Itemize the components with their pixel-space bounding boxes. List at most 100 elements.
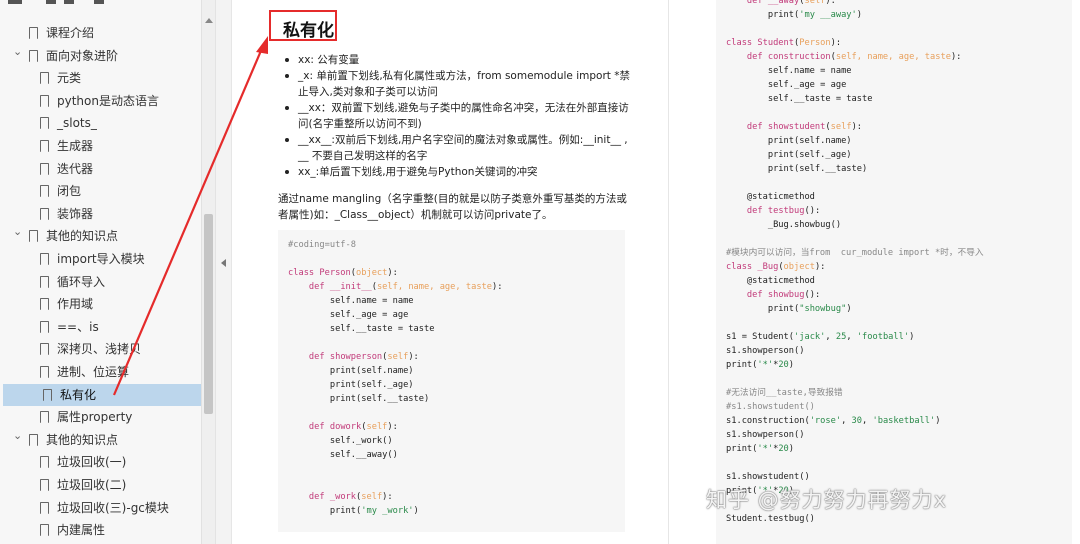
- bookmark-icon: [39, 162, 49, 176]
- sidebar-item-label: _slots_: [57, 116, 97, 131]
- sidebar-item[interactable]: 内建属性: [0, 519, 202, 541]
- toolbar-icon[interactable]: [94, 0, 104, 4]
- sidebar-item[interactable]: python是动态语言: [0, 90, 202, 112]
- sidebar-scrollbar[interactable]: [201, 0, 215, 544]
- sidebar-item[interactable]: 垃圾回收(一): [0, 451, 202, 473]
- sidebar-item-active[interactable]: 私有化: [3, 383, 202, 406]
- sidebar-item[interactable]: 深拷贝、浅拷贝: [0, 338, 202, 360]
- code-line: print(self._age): [726, 150, 852, 160]
- code-block-continued: def __away(self): print('my __away') clas…: [716, 0, 1072, 544]
- document-page: 私有化 xx: 公有变量 _x: 单前置下划线,私有化属性或方法，from so…: [232, 0, 668, 544]
- chevron-down-icon[interactable]: ⌄: [13, 425, 23, 447]
- toolbar-icon[interactable]: [64, 0, 74, 4]
- sidebar-item[interactable]: 垃圾回收(二): [0, 474, 202, 496]
- sidebar-item[interactable]: 生成器: [0, 135, 202, 157]
- sidebar-item[interactable]: 闭包: [0, 180, 202, 202]
- code-line: _Bug.showbug(): [726, 220, 842, 230]
- code-comment-line: #模块内可以访问，当from cur_module import *时，不导入: [726, 248, 984, 258]
- bookmark-icon: [39, 253, 49, 266]
- sidebar-item[interactable]: 迭代器: [0, 158, 202, 180]
- sidebar-item[interactable]: 垃圾回收(三)-gc模块: [0, 497, 202, 519]
- code-line: class Person(object):: [288, 268, 398, 278]
- toolbar-icon[interactable]: [46, 0, 56, 4]
- sidebar-item[interactable]: ⌄ 其他的知识点: [0, 225, 202, 247]
- code-line: def dowork(self):: [308, 422, 398, 432]
- sidebar-splitter[interactable]: [216, 0, 232, 544]
- code-line: def construction(self, name, age, taste)…: [746, 52, 962, 62]
- code-line: s1.showperson(): [726, 346, 805, 356]
- code-line: @staticmethod: [726, 276, 815, 286]
- sidebar-item[interactable]: ⌄ 面向对象进阶: [0, 45, 202, 67]
- sidebar-item-label: 深拷贝、浅拷贝: [57, 342, 142, 357]
- sidebar-item[interactable]: 进制、位运算: [0, 361, 202, 383]
- bookmark-icon: [28, 49, 38, 63]
- sidebar-item-label: 其他的知识点: [46, 229, 119, 244]
- sidebar-item-label: 装饰器: [57, 206, 94, 221]
- bookmark-icon: [39, 320, 49, 334]
- sidebar-item-label: 循环导入: [57, 274, 106, 289]
- sidebar-item[interactable]: ==、is: [0, 316, 202, 338]
- code-line: self.name = name: [726, 66, 852, 76]
- bookmark-icon: [39, 366, 49, 379]
- list-item: __xx__:双前后下划线,用户名字空间的魔法对象或属性。例如:__init__…: [282, 132, 630, 164]
- sidebar-item-label: 生成器: [57, 139, 94, 153]
- code-line: Student.testbug(): [726, 514, 815, 524]
- sidebar-item[interactable]: import导入模块: [0, 248, 202, 270]
- sidebar-item-label: import导入模块: [57, 252, 145, 266]
- code-line: print('my __away'): [726, 10, 863, 20]
- sidebar-item-label: 其他的知识点: [46, 432, 119, 447]
- list-item: _x: 单前置下划线,私有化属性或方法，from somemodule impo…: [282, 68, 630, 100]
- bookmark-icon: [28, 433, 38, 447]
- code-line: def __init__(self, name, age, taste):: [308, 282, 503, 292]
- code-text: def __away(self): print('my __away') clas…: [726, 0, 984, 526]
- sidebar-item[interactable]: 装饰器: [0, 203, 202, 225]
- bookmark-icon: [39, 207, 49, 221]
- code-line: self._age = age: [288, 310, 409, 320]
- collapse-arrow-icon[interactable]: [221, 259, 226, 267]
- code-line: s1.construction('rose', 30, 'basketball'…: [726, 416, 941, 426]
- sidebar-item-label: 垃圾回收(二): [57, 478, 127, 492]
- bookmark-icon: [39, 72, 49, 86]
- sidebar-item-label: 进制、位运算: [57, 365, 130, 379]
- sidebar-item[interactable]: 属性property: [0, 406, 202, 428]
- code-line: print('*'*20): [726, 360, 795, 370]
- bookmark-icon: [39, 275, 49, 289]
- scroll-up-icon[interactable]: [205, 18, 213, 23]
- sidebar-item[interactable]: 作用域: [0, 293, 202, 315]
- bookmark-icon: [39, 94, 49, 108]
- code-line: print('*'*20): [726, 444, 795, 454]
- chevron-down-icon[interactable]: ⌄: [13, 221, 23, 243]
- code-line: print("showbug"): [726, 304, 852, 314]
- sidebar-item[interactable]: 课程介绍: [0, 22, 202, 44]
- sidebar-item[interactable]: 循环导入: [0, 271, 202, 293]
- scrollbar-thumb[interactable]: [204, 214, 213, 414]
- sidebar-item-label: 闭包: [57, 184, 82, 199]
- sidebar-item-label: 垃圾回收(一): [57, 455, 127, 470]
- menu-icon[interactable]: [8, 0, 22, 4]
- code-line: print('my _work'): [288, 506, 419, 516]
- sidebar-item[interactable]: _slots_: [0, 112, 202, 134]
- code-line: def showperson(self):: [308, 352, 419, 362]
- chevron-down-icon[interactable]: ⌄: [13, 41, 23, 63]
- list-item: xx: 公有变量: [282, 52, 630, 68]
- sidebar-item-label: 垃圾回收(三)-gc模块: [57, 500, 169, 515]
- sidebar-item[interactable]: 元类: [0, 67, 202, 89]
- code-line: def testbug():: [746, 206, 821, 216]
- bullet-list: xx: 公有变量 _x: 单前置下划线,私有化属性或方法，from somemo…: [282, 52, 630, 180]
- sidebar-item[interactable]: ⌄ 其他的知识点: [0, 429, 202, 451]
- code-line: class _Bug(object):: [726, 262, 826, 272]
- sidebar-item-label: 课程介绍: [46, 26, 95, 40]
- bookmark-icon: [28, 230, 38, 244]
- code-line: s1 = Student('jack', 25, 'football'): [726, 332, 915, 342]
- sidebar-toolbar: [0, 0, 200, 14]
- sidebar-item-label: 作用域: [57, 297, 94, 312]
